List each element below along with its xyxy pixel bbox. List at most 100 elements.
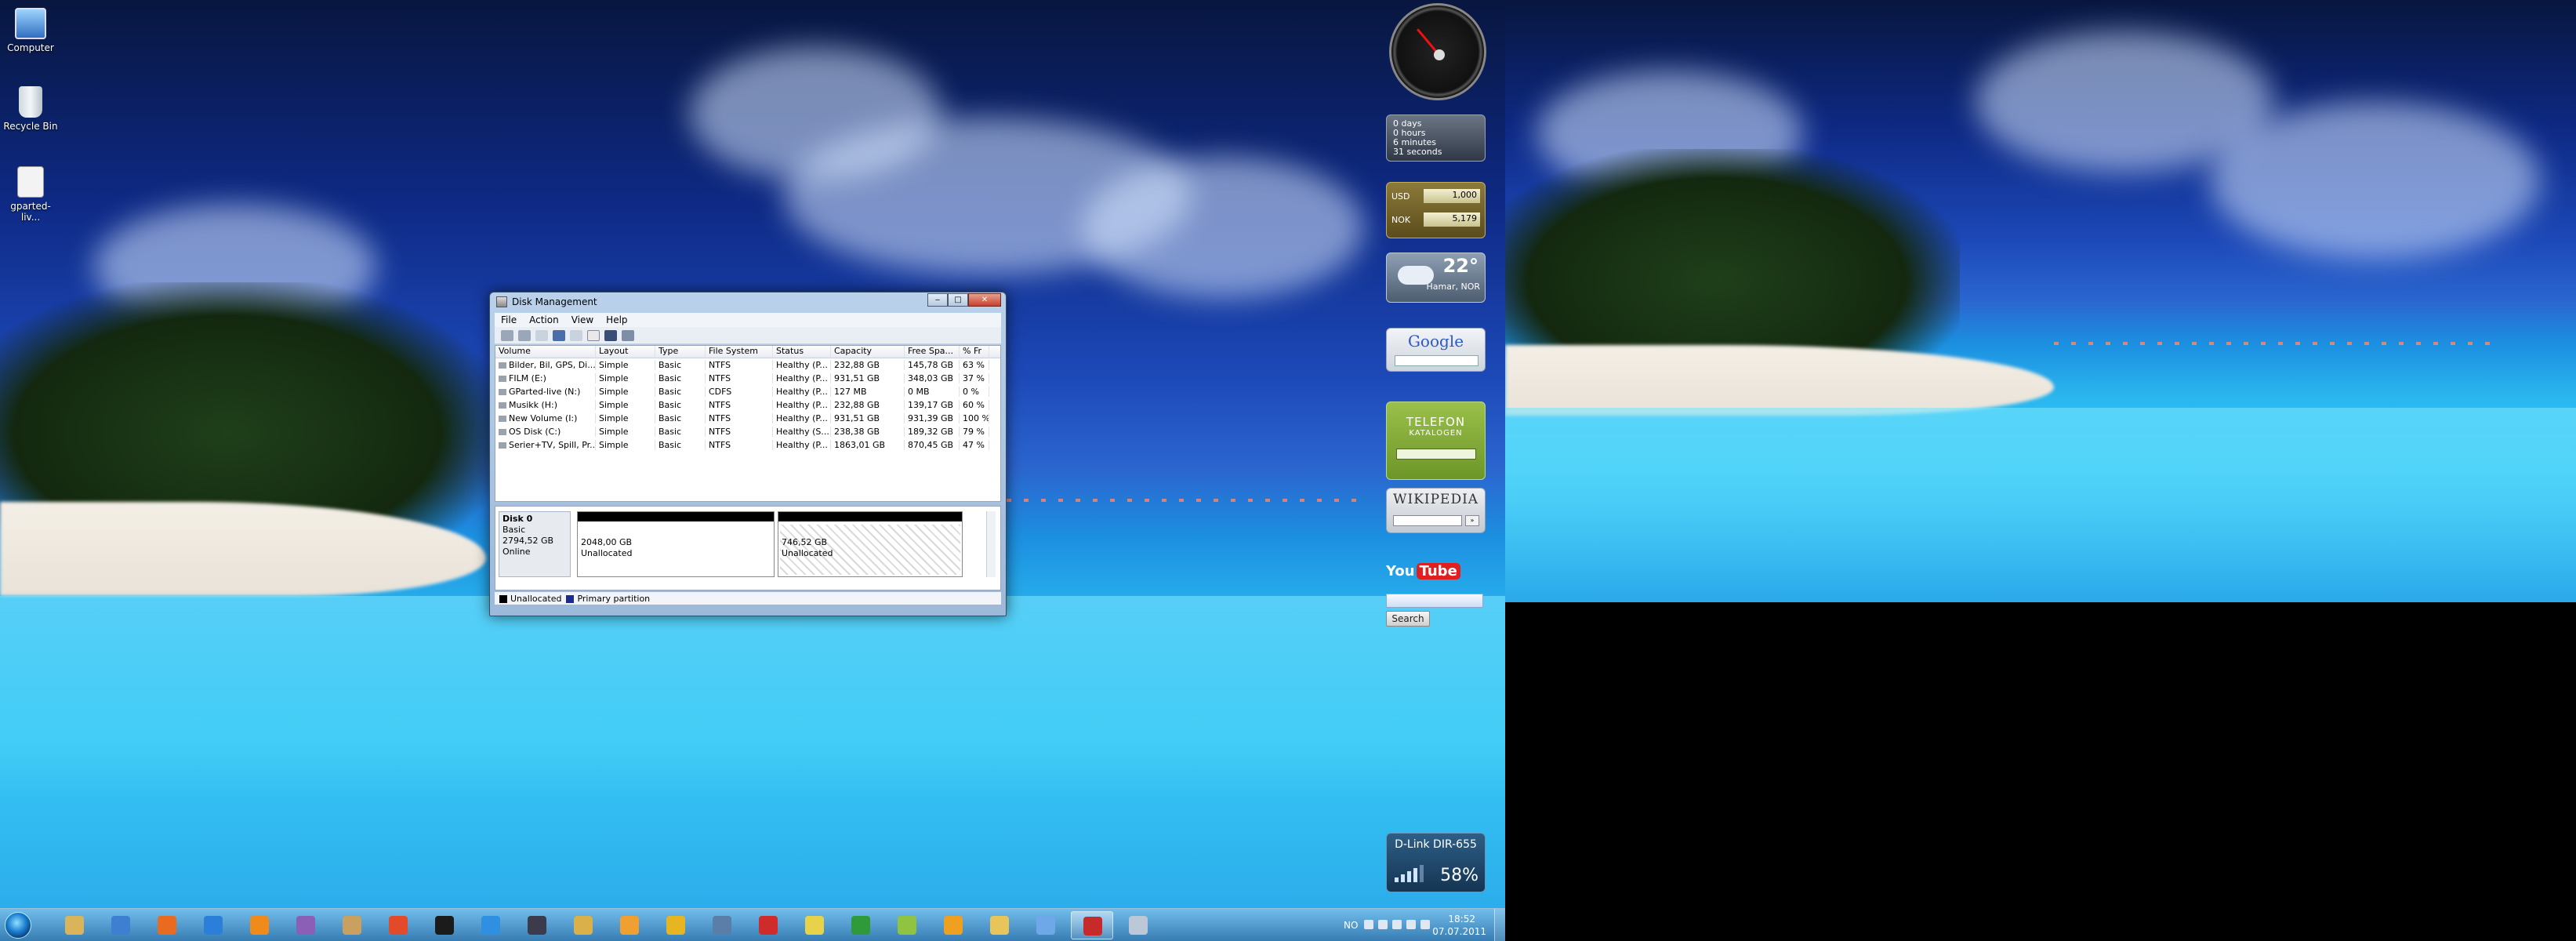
show-desktop-button[interactable]	[1494, 909, 1505, 941]
wikipedia-gadget[interactable]: WIKIPEDIA »	[1386, 488, 1486, 533]
taskbar-app-app-person[interactable]	[655, 911, 697, 939]
currency-value-input[interactable]: 1,000	[1424, 189, 1480, 203]
taskbar-app-control-panel[interactable]	[100, 911, 142, 939]
disk-label[interactable]: Disk 0 Basic 2794,52 GB Online	[499, 511, 571, 577]
volume-icon[interactable]	[1420, 920, 1430, 929]
taskbar-app-remote[interactable]	[1117, 911, 1159, 939]
uptime-gadget[interactable]: 0 days 0 hours 6 minutes 31 seconds	[1386, 114, 1486, 162]
telefon-search-input[interactable]	[1395, 449, 1476, 460]
display-icon[interactable]	[1392, 920, 1402, 929]
taskbar-app-app-red[interactable]	[377, 911, 419, 939]
show-hidden-icons-icon[interactable]	[1364, 920, 1373, 929]
table-row[interactable]: Musikk (H:) Simple Basic NTFS Healthy (P... 2…	[495, 398, 1000, 412]
taskbar-app-internet-explorer[interactable]	[192, 911, 234, 939]
wikipedia-go-button[interactable]: »	[1465, 515, 1479, 526]
legend-item: Unallocated	[499, 594, 561, 604]
currency-code[interactable]: NOK	[1391, 215, 1410, 225]
console-tree-icon[interactable]	[535, 329, 548, 341]
taskbar-app-folder[interactable]	[978, 911, 1021, 939]
table-cell: Basic	[655, 373, 706, 383]
menu-action[interactable]: Action	[523, 314, 565, 325]
back-arrow-icon[interactable]	[501, 329, 513, 341]
table-row[interactable]: Bilder, Bil, GPS, Di... Simple Basic NTFS He…	[495, 358, 1000, 372]
forward-arrow-icon[interactable]	[518, 329, 531, 341]
taskbar-app-winrar[interactable]	[285, 911, 327, 939]
help-icon[interactable]	[587, 329, 600, 341]
partition-unallocated[interactable]: 2048,00 GB Unallocated	[577, 511, 775, 577]
taskbar-app-network[interactable]	[1025, 911, 1067, 939]
taskbar-app-tool[interactable]	[562, 911, 604, 939]
table-row[interactable]: GParted-live (N:) Simple Basic CDFS Healthy …	[495, 385, 1000, 398]
taskbar-app-utorrent[interactable]	[840, 911, 882, 939]
partition-unallocated[interactable]: 746,52 GB Unallocated	[778, 511, 963, 577]
menu-help[interactable]: Help	[600, 314, 633, 325]
taskbar-app-steam[interactable]	[423, 911, 466, 939]
column-header[interactable]: % Fr	[960, 346, 989, 358]
vertical-scrollbar[interactable]	[986, 511, 996, 577]
column-header[interactable]: Free Spa...	[905, 346, 960, 358]
taskbar-app-firefox[interactable]	[146, 911, 188, 939]
language-indicator[interactable]: NO	[1344, 920, 1358, 931]
google-search-gadget[interactable]: Google	[1386, 328, 1486, 372]
currency-code[interactable]: USD	[1391, 191, 1410, 202]
properties-icon[interactable]	[553, 329, 565, 341]
cpu-meter-gadget[interactable]	[1389, 3, 1486, 100]
wikipedia-search-input[interactable]	[1393, 515, 1462, 526]
desktop-icon-computer[interactable]: Computer	[3, 8, 58, 53]
menu-view[interactable]: View	[565, 314, 600, 325]
youtube-gadget[interactable]: You Tube Search	[1386, 563, 1486, 634]
column-header[interactable]: Status	[773, 346, 831, 358]
desktop-icon-recycle-bin[interactable]: Recycle Bin	[3, 86, 58, 132]
action-center-flag-icon[interactable]	[1378, 920, 1388, 929]
taskbar-app-disk-management[interactable]	[1071, 911, 1113, 939]
taskbar-app-ccleaner[interactable]	[747, 911, 789, 939]
list-view-icon[interactable]	[570, 329, 582, 341]
taskbar-app-calculator[interactable]	[701, 911, 743, 939]
rescan-icon[interactable]	[604, 329, 617, 341]
telefonkatalogen-gadget[interactable]: TELEFON KATALOGEN	[1386, 401, 1486, 480]
taskbar-app-media-player[interactable]	[608, 911, 651, 939]
window-titlebar[interactable]: Disk Management ‒ □ ✕	[490, 292, 1006, 311]
start-button[interactable]	[5, 912, 31, 939]
clock-time[interactable]: 18:52	[1448, 914, 1475, 925]
settings-icon[interactable]	[622, 329, 634, 341]
partition-text: 2048,00 GB Unallocated	[578, 521, 774, 559]
taskbar-app-vlc[interactable]	[238, 911, 281, 939]
taskbar-app-app-blue[interactable]	[470, 911, 512, 939]
network-icon[interactable]	[1406, 920, 1416, 929]
table-row[interactable]: OS Disk (C:) Simple Basic NTFS Healthy (S...…	[495, 425, 1000, 438]
volume-list[interactable]: Volume Layout Type File System Status Ca…	[495, 345, 1001, 502]
taskbar-app-android[interactable]	[886, 911, 928, 939]
weather-gadget[interactable]: 22° Hamar, NOR	[1386, 253, 1486, 303]
desktop-icon-gparted[interactable]: gparted-liv...	[3, 166, 58, 223]
table-row[interactable]: Serier+TV, Spill, Pr... Simple Basic NTFS He…	[495, 438, 1000, 452]
table-row[interactable]: FILM (E:) Simple Basic NTFS Healthy (P... 931…	[495, 372, 1000, 385]
youtube-search-button[interactable]: Search	[1386, 611, 1430, 627]
system-tray: NO 18:52 07.07.2011	[1333, 909, 1505, 941]
maximize-button[interactable]: □	[948, 293, 968, 307]
currency-gadget[interactable]: USD 1,000 NOK 5,179	[1386, 182, 1486, 238]
column-header[interactable]: Type	[655, 346, 706, 358]
table-cell: NTFS	[706, 400, 773, 410]
taskbar-app-book[interactable]	[331, 911, 373, 939]
taskbar-app-app-orange[interactable]	[932, 911, 974, 939]
youtube-search-input[interactable]	[1386, 594, 1483, 608]
drive-icon	[499, 442, 506, 449]
table-row[interactable]: New Volume (I:) Simple Basic NTFS Healthy (P…	[495, 412, 1000, 425]
wifi-gadget[interactable]: D-Link DIR-655 58%	[1386, 833, 1486, 892]
taskbar-app-game[interactable]	[516, 911, 558, 939]
column-header[interactable]: Layout	[596, 346, 655, 358]
menu-file[interactable]: File	[495, 314, 523, 325]
column-header[interactable]: File System	[706, 346, 773, 358]
clock-date[interactable]: 07.07.2011	[1432, 926, 1486, 937]
minimize-button[interactable]: ‒	[927, 293, 948, 307]
currency-value-input[interactable]: 5,179	[1424, 213, 1480, 227]
google-search-input[interactable]	[1395, 355, 1478, 366]
taskbar-app-app-yellow[interactable]	[793, 911, 836, 939]
column-header[interactable]: Volume	[495, 346, 596, 358]
disk-graphical-view[interactable]: Disk 0 Basic 2794,52 GB Online 2048,00 G…	[495, 506, 1001, 590]
close-button[interactable]: ✕	[968, 293, 1001, 307]
column-header[interactable]: Capacity	[831, 346, 905, 358]
taskbar-app-explorer[interactable]	[53, 911, 96, 939]
disk-management-window[interactable]: Disk Management ‒ □ ✕ File Action View H…	[489, 292, 1007, 616]
